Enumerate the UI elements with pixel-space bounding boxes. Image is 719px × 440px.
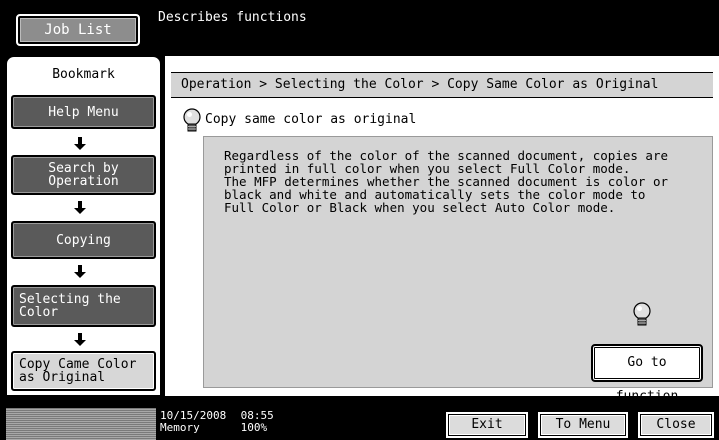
- exit-button[interactable]: Exit: [446, 412, 528, 438]
- breadcrumb: Operation > Selecting the Color > Copy S…: [171, 72, 713, 98]
- main-content: Operation > Selecting the Color > Copy S…: [165, 56, 719, 404]
- help-screen: Job List Describes functions Bookmark He…: [0, 0, 719, 440]
- status-stripe: [6, 408, 156, 440]
- bookmark-item-selecting-the-color[interactable]: Selecting the Color: [11, 285, 156, 327]
- down-arrow-icon: [74, 201, 86, 214]
- memory-value: 100%: [240, 421, 268, 434]
- to-menu-button[interactable]: To Menu: [538, 412, 628, 438]
- down-arrow-icon: [74, 137, 86, 150]
- top-message: Describes functions: [158, 10, 307, 25]
- description-text: Regardless of the color of the scanned d…: [224, 148, 669, 215]
- bookmark-item-label: Help Menu: [48, 104, 119, 120]
- down-arrow-icon: [74, 333, 86, 346]
- lightbulb-icon: [633, 302, 651, 326]
- bookmark-item-search-by-operation[interactable]: Search by Operation: [11, 155, 156, 195]
- bookmark-item-label: Search by Operation: [48, 161, 119, 189]
- topic-heading: Copy same color as original: [205, 112, 417, 127]
- lightbulb-icon: [183, 108, 201, 132]
- bookmark-item-label: Copy Came Color as Original: [19, 357, 137, 385]
- memory-label: Memory: [160, 421, 200, 434]
- bookmark-item-label: Selecting the Color: [19, 292, 121, 320]
- bookmark-item-label: Copying: [56, 232, 111, 248]
- status-bar: 10/15/2008 08:55 Memory 100% Exit To Men…: [0, 406, 719, 440]
- bookmark-item-copying[interactable]: Copying: [11, 221, 156, 259]
- bookmark-panel: Bookmark Help Menu Search by Operation C…: [6, 56, 161, 396]
- close-button[interactable]: Close: [638, 412, 714, 438]
- bookmark-item-copy-same-color[interactable]: Copy Came Color as Original: [11, 351, 156, 391]
- bookmark-item-help-menu[interactable]: Help Menu: [11, 95, 156, 129]
- bookmark-title: Bookmark: [52, 67, 115, 82]
- down-arrow-icon: [74, 265, 86, 278]
- go-to-function-button[interactable]: Go to function: [591, 344, 703, 404]
- job-list-button[interactable]: Job List: [16, 14, 140, 46]
- status-info: 10/15/2008 08:55 Memory 100%: [160, 410, 274, 434]
